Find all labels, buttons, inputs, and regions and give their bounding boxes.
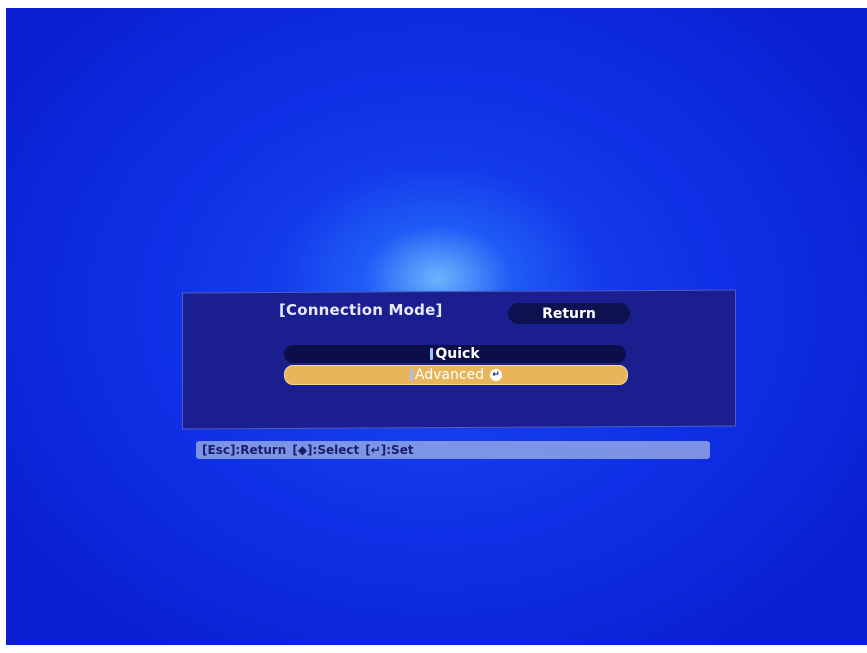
option-label: Advanced	[414, 367, 485, 383]
option-label: Quick	[435, 346, 480, 362]
help-bar: [Esc]:Return [◆]:Select [↵]:Set	[196, 441, 710, 459]
menu-title: [Connection Mode]	[279, 301, 443, 319]
option-marker-icon	[409, 369, 413, 381]
help-select: [◆]:Select	[292, 443, 360, 457]
return-button[interactable]: Return	[508, 303, 630, 324]
option-advanced[interactable]: Advanced ↵	[284, 365, 628, 385]
help-esc: [Esc]:Return	[202, 443, 287, 457]
enter-icon: ↵	[490, 369, 503, 381]
option-quick[interactable]: Quick	[284, 345, 626, 363]
projector-screen	[6, 8, 867, 645]
option-marker-icon	[430, 348, 434, 360]
help-set: [↵]:Set	[365, 443, 414, 457]
